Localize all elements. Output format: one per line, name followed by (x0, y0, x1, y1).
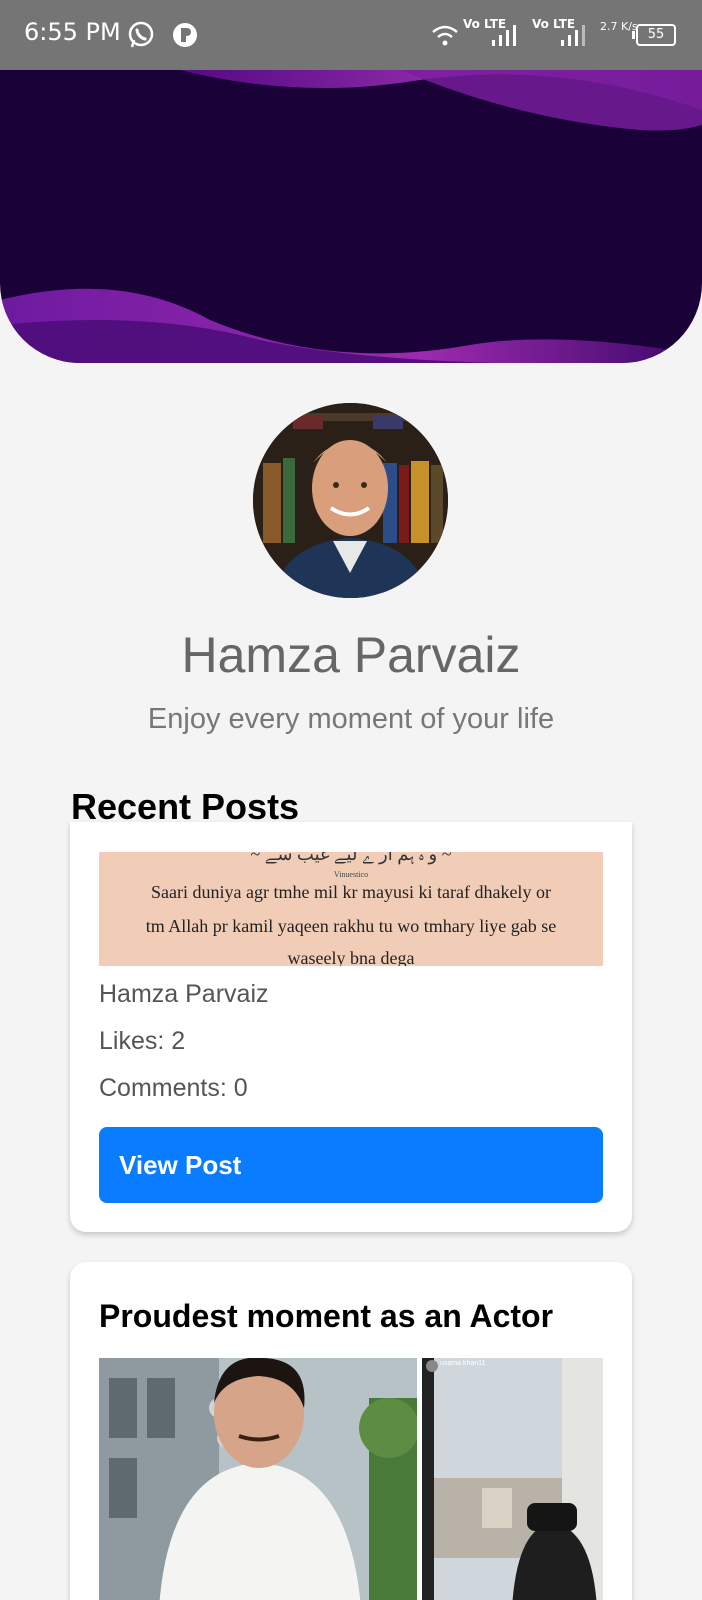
story-photo (422, 1358, 603, 1600)
profile-avatar[interactable] (253, 403, 448, 598)
profile-photo (253, 403, 448, 598)
profile-name: Hamza Parvaiz (181, 627, 521, 683)
post-author: Hamza Parvaiz (99, 980, 269, 1008)
actor-photo (99, 1358, 417, 1600)
quote-line: tm Allah pr kamil yaqeen rakhu tu wo tmh… (145, 916, 557, 936)
post-title: Proudest moment as an Actor (99, 1298, 554, 1334)
status-bar: 6:55 PM Vo LTE Vo LTE 2.7 K/s 55 (0, 0, 702, 70)
header-banner (0, 70, 702, 363)
battery-icon: 55 (632, 24, 676, 46)
signal-icon (492, 25, 516, 46)
view-post-button[interactable]: View Post (99, 1127, 603, 1203)
post-photo-secondary[interactable]: usama.khan11 (422, 1358, 603, 1600)
whatsapp-icon (128, 21, 154, 48)
quote-line: waseely bna dega (287, 948, 415, 966)
wave-decoration (0, 70, 702, 363)
post-photo-main[interactable] (99, 1358, 417, 1600)
quote-line: Saari duniya agr tmhe mil kr mayusi ki t… (151, 882, 551, 902)
wifi-icon (432, 25, 458, 46)
post-likes: Likes: 2 (99, 1027, 186, 1055)
signal-icon-2 (561, 25, 585, 46)
profile-bio: Enjoy every moment of your life (147, 703, 555, 735)
image-watermark: Vinuestico (333, 870, 369, 879)
story-username: usama.khan11 (440, 1360, 486, 1367)
urdu-script-decoration: ~ ﻭ ﮦ ﮨﻢ ﺍﺭ ﮮ ﻟﯿﮯ ﻏﯿﺐ ﺳﮯ ~ (250, 852, 452, 864)
status-time: 6:55 PM (24, 18, 121, 46)
post-card: ~ ﻭ ﮦ ﮨﻢ ﺍﺭ ﮮ ﻟﯿﮯ ﻏﯿﺐ ﺳﮯ ~ Vinuestico Sa… (70, 822, 632, 1232)
app-notification-icon (173, 23, 197, 47)
post-comments: Comments: 0 (99, 1074, 248, 1102)
post-card: Proudest moment as an Actor usama.khan11 (70, 1262, 632, 1600)
post-image[interactable]: ~ ﻭ ﮦ ﮨﻢ ﺍﺭ ﮮ ﻟﯿﮯ ﻏﯿﺐ ﺳﮯ ~ Vinuestico Sa… (99, 852, 603, 966)
